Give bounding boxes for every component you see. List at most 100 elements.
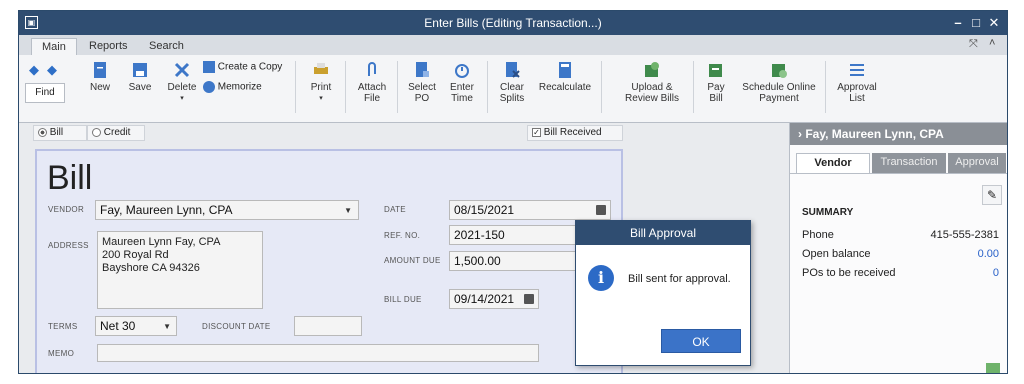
ref-no-label: REF. NO. <box>384 231 421 240</box>
panel-status-icon <box>986 363 1000 373</box>
address-line-2: 200 Royal Rd <box>102 249 169 261</box>
clear-splits-label-2: Splits <box>499 93 525 104</box>
new-label: New <box>89 82 110 93</box>
approval-list-label-1: Approval <box>837 82 877 93</box>
bill-approval-dialog: Bill Approval i Bill sent for approval. … <box>575 220 751 366</box>
expand-icon[interactable]: ⤧ <box>969 38 978 51</box>
delete-button[interactable]: Delete ▾ <box>165 61 199 104</box>
save-label: Save <box>128 82 152 93</box>
edit-pencil-icon[interactable]: ✎ <box>982 185 1002 205</box>
close-icon[interactable]: ✕ <box>985 14 1003 32</box>
dialog-title: Bill Approval <box>576 221 750 245</box>
dialog-message: Bill sent for approval. <box>628 273 731 285</box>
create-copy-label: Create a Copy <box>217 61 283 73</box>
previous-arrow-icon[interactable]: ◆ <box>29 62 39 78</box>
panel-tab-approval[interactable]: Approval <box>948 153 1006 173</box>
terms-label: TERMS <box>48 322 78 331</box>
upload-review-label-1: Upload & <box>631 82 673 93</box>
schedule-payment-label-1: Schedule Online <box>742 82 816 93</box>
calendar-icon[interactable] <box>524 294 534 304</box>
print-label: Print <box>310 82 332 93</box>
tab-search[interactable]: Search <box>139 38 194 55</box>
vendor-field[interactable]: Fay, Maureen Lynn, CPA ▼ <box>95 200 359 220</box>
stopwatch-icon <box>455 64 469 78</box>
bill-received-checkbox[interactable]: ✓ Bill Received <box>527 125 623 141</box>
window-title: Enter Bills (Editing Transaction...) <box>424 16 602 30</box>
tab-main[interactable]: Main <box>31 38 77 55</box>
tab-reports[interactable]: Reports <box>79 38 138 55</box>
bill-radio-label: Bill <box>49 127 64 138</box>
approval-list-label-2: List <box>849 93 865 104</box>
bill-received-label: Bill Received <box>543 127 602 138</box>
chevron-right-icon: › <box>798 127 802 141</box>
memorize-icon <box>203 81 215 93</box>
ref-no-field[interactable]: 2021-150 <box>449 225 589 245</box>
bill-radio[interactable]: Bill <box>33 125 87 141</box>
radio-unselected-icon <box>92 127 101 137</box>
pos-to-receive-value[interactable]: 0 <box>993 267 999 279</box>
open-balance-label: Open balance <box>802 248 871 260</box>
maximize-icon[interactable]: □ <box>967 14 985 32</box>
panel-vendor-name: Fay, Maureen Lynn, CPA <box>805 127 944 141</box>
date-value: 08/15/2021 <box>454 203 515 217</box>
phone-label: Phone <box>802 229 834 241</box>
bill-due-field[interactable]: 09/14/2021 <box>449 289 539 309</box>
upload-review-bills-button[interactable]: Upload & Review Bills <box>609 61 695 104</box>
panel-tab-transaction[interactable]: Transaction <box>872 153 946 173</box>
discount-date-field[interactable] <box>294 316 362 336</box>
amount-due-value: 1,500.00 <box>454 254 501 268</box>
toolbar-divider <box>487 61 488 113</box>
save-disk-icon <box>133 63 147 77</box>
address-label: ADDRESS <box>48 241 89 250</box>
approval-list-button[interactable]: Approval List <box>833 61 881 104</box>
upload-review-label-2: Review Bills <box>625 93 679 104</box>
toolbar-divider <box>693 61 694 113</box>
enter-time-button[interactable]: Enter Time <box>445 61 479 104</box>
find-button[interactable]: Find <box>25 83 65 103</box>
upload-bills-icon <box>645 62 659 77</box>
panel-header[interactable]: › Fay, Maureen Lynn, CPA <box>790 123 1007 145</box>
pay-bill-button[interactable]: Pay Bill <box>701 61 731 104</box>
discount-date-label: DISCOUNT DATE <box>202 322 271 331</box>
credit-radio[interactable]: Credit <box>87 125 145 141</box>
save-button[interactable]: Save <box>126 61 154 93</box>
checkmark-icon: ✓ <box>532 127 541 137</box>
clear-splits-button[interactable]: Clear Splits <box>495 61 529 104</box>
date-field[interactable]: 08/15/2021 <box>449 200 611 220</box>
panel-tab-vendor[interactable]: Vendor <box>796 153 870 173</box>
address-line-1: Maureen Lynn Fay, CPA <box>102 236 221 248</box>
create-copy-button[interactable]: Create a Copy <box>203 61 282 73</box>
title-bar: ▣ Enter Bills (Editing Transaction...) –… <box>19 11 1007 35</box>
calendar-icon[interactable] <box>596 205 606 215</box>
pay-bill-label-2: Bill <box>709 93 723 104</box>
bill-due-label: BILL DUE <box>384 295 422 304</box>
minimize-icon[interactable]: – <box>949 14 967 32</box>
new-document-icon <box>94 62 106 78</box>
ok-button[interactable]: OK <box>661 329 741 353</box>
new-button[interactable]: New <box>86 61 114 93</box>
summary-title: SUMMARY <box>802 207 854 218</box>
copy-icon <box>203 61 215 73</box>
select-po-button[interactable]: Select PO <box>405 61 439 104</box>
terms-field[interactable]: Net 30 ▼ <box>95 316 177 336</box>
vendor-info-panel: › Fay, Maureen Lynn, CPA Vendor Transact… <box>789 123 1007 373</box>
vendor-value: Fay, Maureen Lynn, CPA <box>100 203 233 217</box>
memo-field[interactable] <box>97 344 539 362</box>
attach-file-button[interactable]: Attach File <box>353 61 391 104</box>
collapse-ribbon-icon[interactable]: ˄ <box>989 37 995 49</box>
print-button[interactable]: Print ▾ <box>307 61 335 104</box>
calculator-icon <box>559 62 571 78</box>
printer-icon <box>314 63 328 74</box>
address-field[interactable]: Maureen Lynn Fay, CPA 200 Royal Rd Baysh… <box>97 231 263 309</box>
radio-selected-icon <box>38 127 47 137</box>
memo-label: MEMO <box>48 349 75 358</box>
schedule-payment-label-2: Payment <box>759 93 799 104</box>
amount-due-field[interactable]: 1,500.00 <box>449 251 589 271</box>
dropdown-arrow-icon: ▼ <box>344 206 352 215</box>
open-balance-value[interactable]: 0.00 <box>978 248 999 260</box>
memorize-button[interactable]: Memorize <box>203 81 262 93</box>
terms-value: Net 30 <box>100 319 136 333</box>
schedule-online-payment-button[interactable]: Schedule Online Payment <box>737 61 821 104</box>
recalculate-button[interactable]: Recalculate <box>535 61 595 93</box>
next-arrow-icon[interactable]: ◆ <box>47 62 57 78</box>
